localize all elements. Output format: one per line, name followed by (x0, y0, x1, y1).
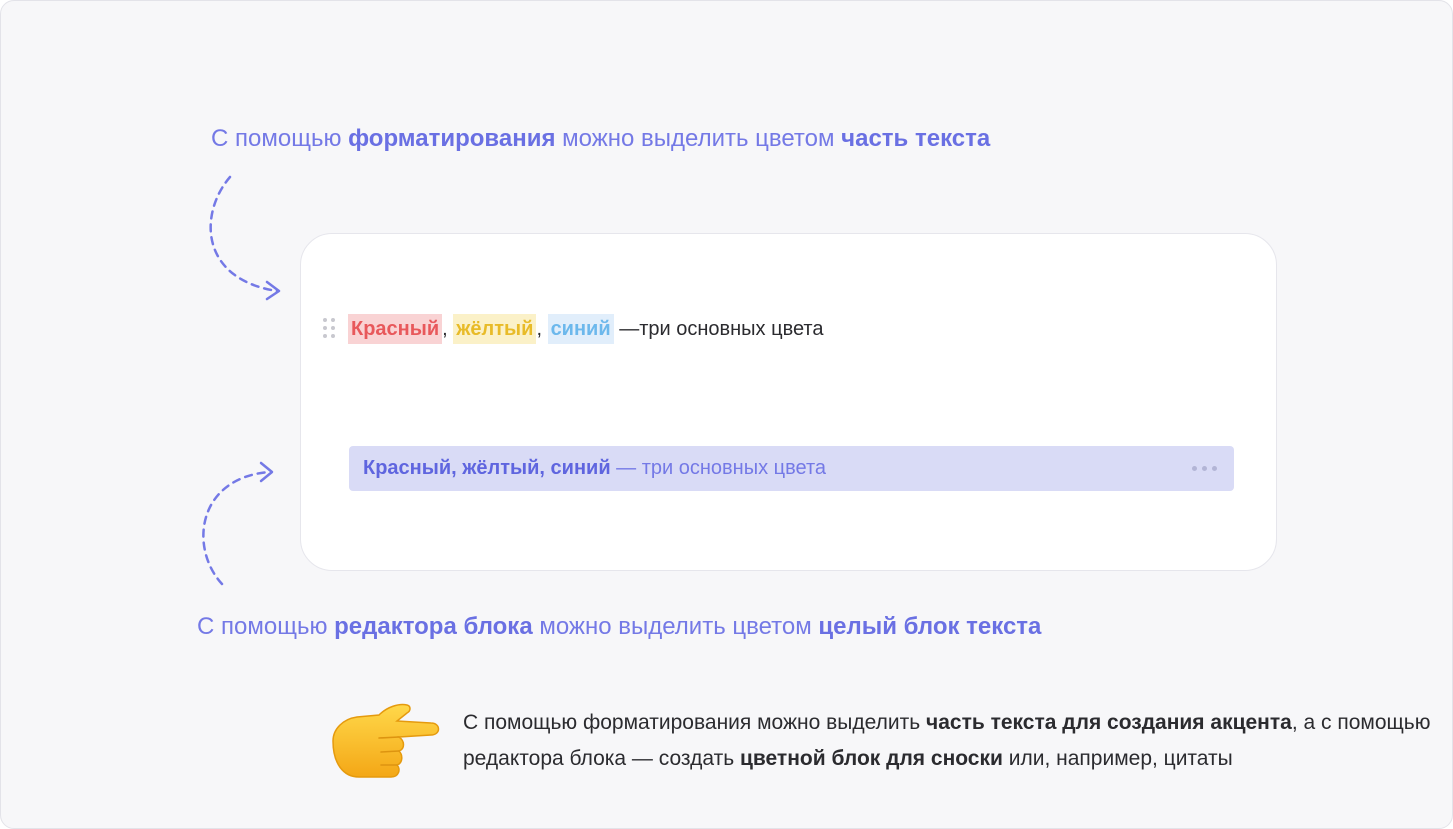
note-text-3: или, например, цитаты (1002, 747, 1233, 770)
top-caption: С помощью форматирования можно выделить … (211, 124, 990, 154)
highlight-blue: синий (547, 314, 614, 344)
bottom-caption-text: С помощью (197, 613, 335, 640)
colored-block[interactable]: Красный, жёлтый, синий — три основных цв… (349, 446, 1234, 491)
comma: , (536, 318, 542, 340)
paragraph-rest: —три основных цвета (613, 318, 824, 340)
note-bold-accent: часть текста для создания акцента (926, 711, 1292, 734)
bottom-caption-text-middle: можно выделить цветом (532, 613, 819, 640)
highlight-red: Красный (348, 314, 443, 344)
summary-note: С помощью форматирования можно выделить … (463, 705, 1448, 777)
bottom-caption-bold-editor: редактора блока (334, 613, 533, 640)
colored-block-bold: Красный, жёлтый, синий (363, 457, 611, 479)
colored-block-text: Красный, жёлтый, синий — три основных цв… (363, 446, 826, 491)
arrow-bottom-icon (202, 461, 274, 586)
arrow-top-icon (209, 175, 281, 301)
highlight-yellow: жёлтый (453, 314, 537, 344)
pointing-hand-icon (332, 703, 440, 778)
illustration-frame: С помощью форматирования можно выделить … (0, 0, 1453, 829)
top-caption-bold-part: часть текста (841, 125, 991, 152)
note-bold-block: цветной блок для сноски (739, 747, 1003, 770)
more-dots-icon[interactable] (1192, 466, 1218, 472)
drag-handle-icon[interactable] (323, 318, 337, 340)
colored-block-rest: — три основных цвета (610, 457, 827, 479)
note-text-1: С помощью форматирования можно выделить (463, 711, 927, 734)
formatted-paragraph[interactable]: Красный, жёлтый, синий —три основных цве… (348, 314, 824, 344)
comma: , (442, 318, 448, 340)
bottom-caption-bold-block: целый блок текста (818, 613, 1042, 640)
top-caption-text-middle: можно выделить цветом (555, 125, 842, 152)
top-caption-text: С помощью (211, 125, 349, 152)
editor-card: Красный, жёлтый, синий —три основных цве… (300, 233, 1277, 571)
bottom-caption: С помощью редактора блока можно выделить… (197, 612, 1041, 642)
top-caption-bold-formatting: форматирования (348, 125, 556, 152)
